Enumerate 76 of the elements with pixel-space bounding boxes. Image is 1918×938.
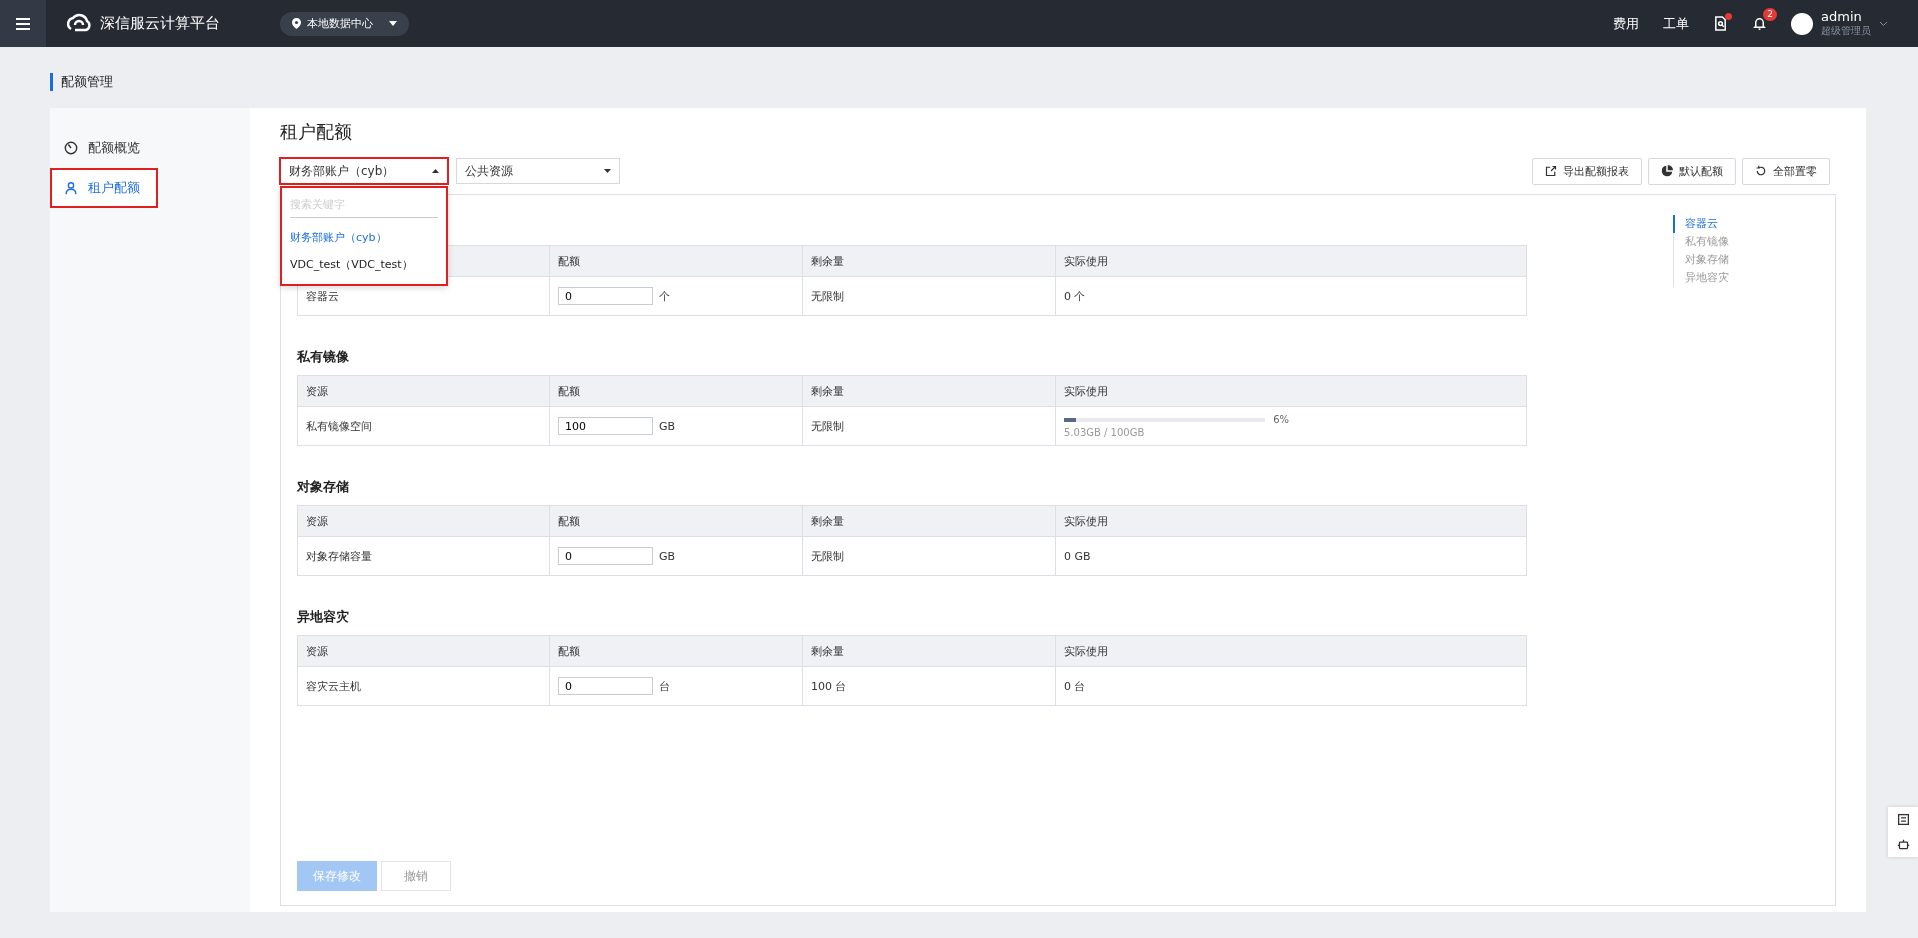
caret-icon [389, 21, 397, 26]
column-header: 配额 [558, 513, 580, 529]
table-cell: 0 台 [1064, 678, 1086, 694]
toolbar-button[interactable]: 默认配额 [1648, 157, 1736, 185]
pie-chart-icon [1661, 165, 1673, 177]
column-header: 资源 [306, 513, 328, 529]
table-cell: 无限制 [811, 548, 844, 564]
menu-icon [16, 17, 30, 30]
anchor-link[interactable]: 容器云 [1673, 215, 1729, 233]
group-title: 私有镜像 [297, 347, 350, 366]
column-header: 实际使用 [1064, 383, 1108, 399]
table-cell: 无限制 [811, 288, 844, 304]
nav-link[interactable]: 工单 [1663, 14, 1689, 33]
column-header: 实际使用 [1064, 253, 1108, 269]
brand-title: 深信服云计算平台 [100, 14, 220, 33]
sidebar-item[interactable]: 租户配额 [50, 168, 158, 208]
toolbar-button[interactable]: 导出配额报表 [1532, 157, 1642, 185]
gauge-icon [64, 141, 78, 155]
column-header: 资源 [306, 383, 328, 399]
column-header: 配额 [558, 643, 580, 659]
column-header: 配额 [558, 383, 580, 399]
group-title: 异地容灾 [297, 607, 350, 626]
quota-input[interactable]: 0 [558, 677, 653, 695]
table-cell: 私有镜像空间 [306, 418, 372, 434]
user-icon [64, 181, 78, 195]
column-header: 资源 [306, 643, 328, 659]
unit-label: GB [659, 549, 676, 563]
sidebar-item[interactable]: 配额概览 [50, 128, 250, 168]
nav-link[interactable]: 费用 [1613, 14, 1639, 33]
column-header: 剩余量 [811, 513, 844, 529]
column-header: 剩余量 [811, 383, 844, 399]
sidebar-item-label: 租户配额 [88, 179, 140, 197]
tenant-select[interactable]: 财务部账户（cyb） [280, 158, 448, 184]
sidebar-item-label: 配额概览 [88, 139, 140, 157]
column-header: 剩余量 [811, 253, 844, 269]
quota-input[interactable]: 0 [558, 287, 653, 305]
user-role: 超级管理员 [1821, 23, 1871, 38]
quota-input[interactable]: 100 [558, 417, 653, 435]
quota-input[interactable]: 0 [558, 547, 653, 565]
table-cell: 容器云 [306, 288, 339, 304]
bell-icon [1752, 16, 1767, 31]
user-name: admin [1821, 9, 1863, 24]
unit-label: 个 [659, 288, 670, 304]
unit-label: 台 [659, 678, 670, 694]
section-heading: 租户配额 [280, 120, 353, 144]
table-cell: 容灾云主机 [306, 678, 361, 694]
table-cell: 0 个 [1064, 288, 1086, 304]
table-cell: 0 GB [1064, 549, 1091, 563]
column-header: 剩余量 [811, 643, 844, 659]
usage-text: 5.03GB / 100GB [1064, 427, 1146, 438]
caret-icon [432, 169, 439, 173]
usage-percent: 6% [1273, 414, 1289, 425]
column-header: 实际使用 [1064, 513, 1108, 529]
toolbar-button[interactable]: 全部置零 [1742, 157, 1830, 185]
page-title: 配额管理 [50, 73, 113, 91]
column-header: 配额 [558, 253, 580, 269]
location-selector[interactable]: 本地数据中心 [280, 11, 409, 36]
resource-select[interactable]: 公共资源 [456, 158, 620, 184]
table-cell: 100 台 [811, 678, 847, 694]
table-cell: 对象存储容量 [306, 548, 372, 564]
reset-icon [1755, 165, 1767, 177]
robot-icon [1896, 838, 1910, 851]
unit-label: GB [659, 419, 676, 433]
table-cell: 无限制 [811, 418, 844, 434]
chevron-down-icon[interactable] [1879, 20, 1888, 27]
menu-button[interactable] [0, 0, 46, 47]
group-title: 对象存储 [297, 477, 350, 496]
notification-badge: 2 [1763, 8, 1777, 21]
dropdown-option[interactable]: VDC_test（VDC_test） [290, 251, 438, 278]
location-pin-icon [292, 18, 301, 29]
caret-icon [604, 169, 611, 173]
export-icon [1545, 165, 1557, 177]
list-icon [1896, 813, 1910, 826]
document-icon [1713, 16, 1728, 31]
column-header: 实际使用 [1064, 643, 1108, 659]
dropdown-option[interactable]: 财务部账户（cyb） [290, 224, 438, 251]
